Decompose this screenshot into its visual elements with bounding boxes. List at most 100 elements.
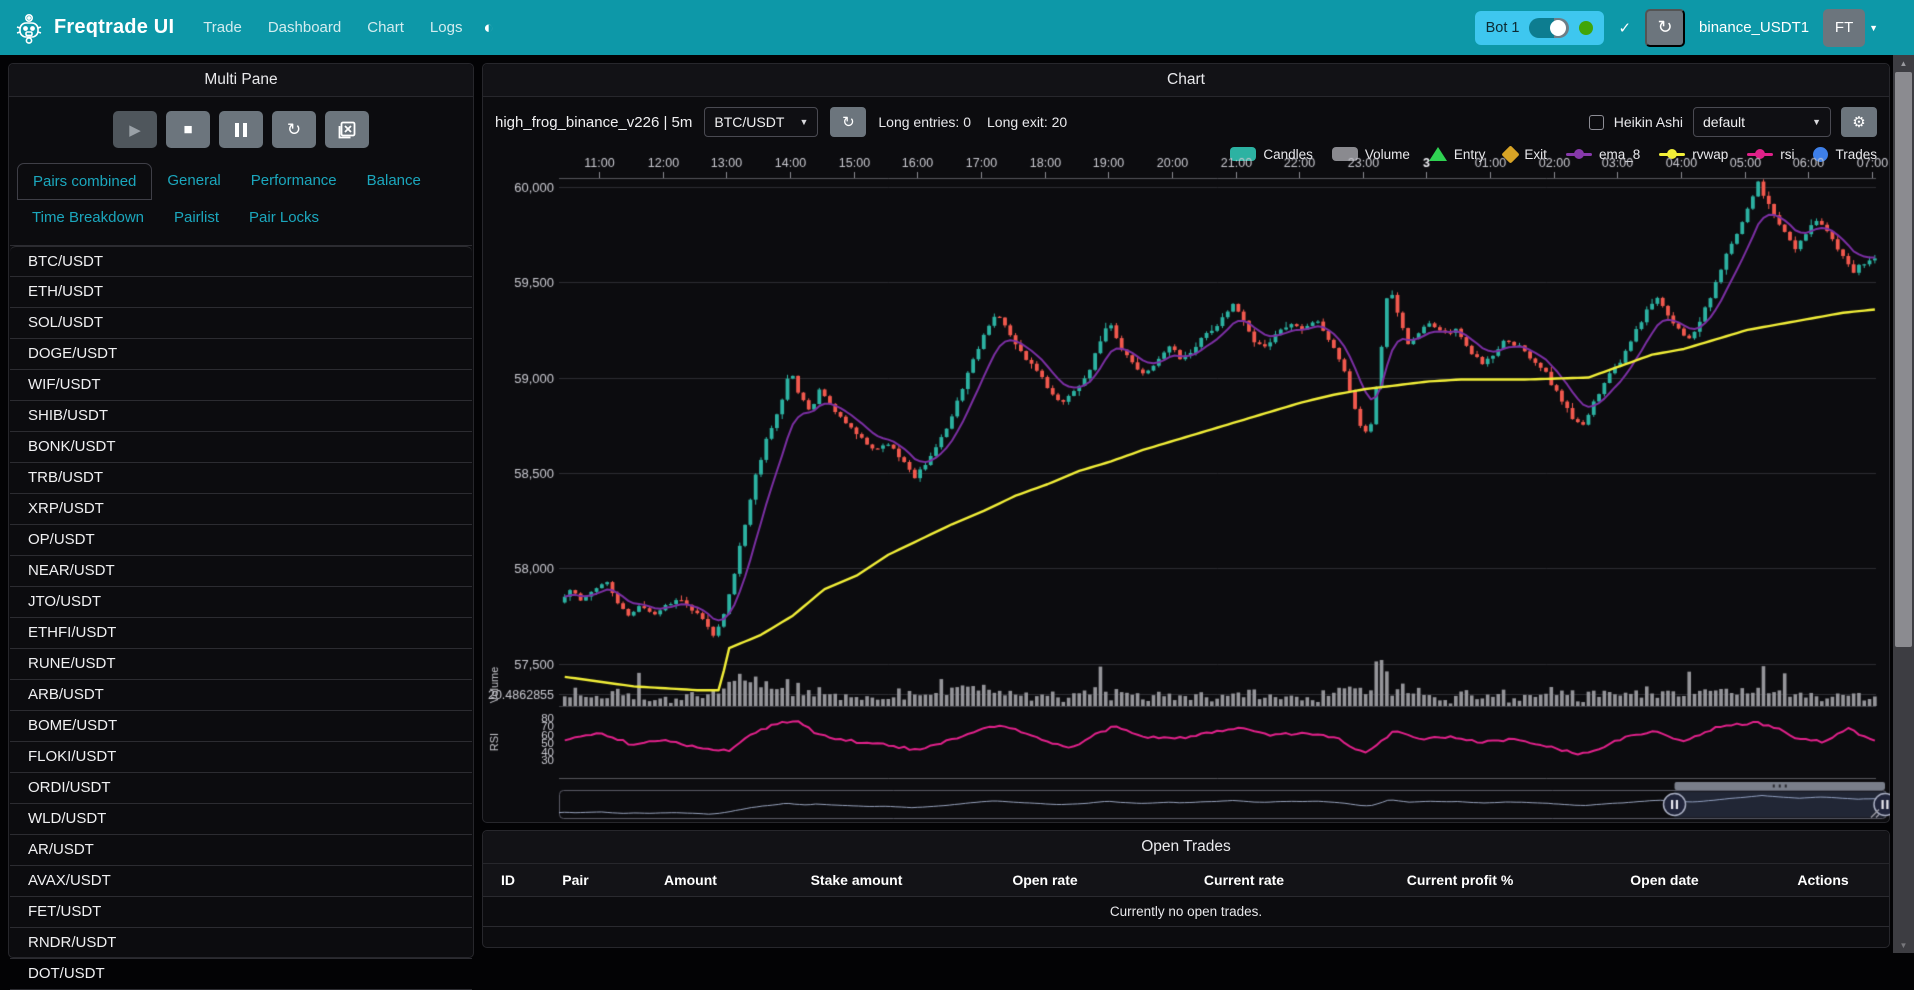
scrollbar-thumb[interactable] (1895, 72, 1912, 647)
tab-pair-locks[interactable]: Pair Locks (234, 200, 334, 235)
col-open-rate: Open rate (950, 864, 1140, 897)
col-current-rate: Current rate (1140, 864, 1348, 897)
pair-item-wld-usdt[interactable]: WLD/USDT (10, 804, 472, 835)
stop-button[interactable]: ■ (166, 111, 210, 148)
pair-item-ethfi-usdt[interactable]: ETHFI/USDT (10, 618, 472, 649)
bot-online-dot (1579, 21, 1593, 35)
plot-config-select[interactable]: default ▼ (1693, 107, 1831, 137)
user-avatar[interactable]: FT (1823, 9, 1865, 47)
pair-item-rndr-usdt[interactable]: RNDR/USDT (10, 928, 472, 959)
open-trades-panel: Open Trades IDPairAmountStake amountOpen… (482, 830, 1890, 948)
tab-pairs-combined[interactable]: Pairs combined (17, 163, 152, 200)
long-exits-count: Long exit: 20 (987, 114, 1067, 130)
pair-item-shib-usdt[interactable]: SHIB/USDT (10, 401, 472, 432)
chart-toolbar: high_frog_binance_v226 | 5m BTC/USDT ▼ ↻… (483, 97, 1889, 141)
play-button[interactable]: ▶ (113, 111, 157, 148)
sidebar-tabs: Pairs combinedGeneralPerformanceBalance … (9, 157, 473, 235)
pair-item-near-usdt[interactable]: NEAR/USDT (10, 556, 472, 587)
check-icon: ✓ (1618, 19, 1631, 37)
col-pair: Pair (533, 864, 618, 897)
nav-menu: TradeDashboardChartLogs (192, 11, 473, 44)
pair-select[interactable]: BTC/USDT ▼ (704, 107, 818, 137)
col-actions: Actions (1757, 864, 1889, 897)
heikin-ashi-checkbox[interactable] (1589, 115, 1604, 130)
pair-item-eth-usdt[interactable]: ETH/USDT (10, 277, 472, 308)
pair-item-fet-usdt[interactable]: FET/USDT (10, 897, 472, 928)
nav-item-trade[interactable]: Trade (192, 11, 253, 44)
chart-refresh-button[interactable]: ↻ (830, 107, 866, 137)
plot-config-caret-icon: ▼ (1812, 117, 1821, 127)
tab-general[interactable]: General (152, 163, 235, 200)
avatar-caret-icon[interactable]: ▼ (1869, 23, 1878, 33)
reload-config-button[interactable]: ↻ (272, 111, 316, 148)
pair-item-bome-usdt[interactable]: BOME/USDT (10, 711, 472, 742)
pair-item-ar-usdt[interactable]: AR/USDT (10, 835, 472, 866)
pause-icon (235, 123, 247, 137)
pairs-list: BTC/USDTETH/USDTSOL/USDTDOGE/USDTWIF/USD… (10, 245, 472, 990)
nav-item-dashboard[interactable]: Dashboard (257, 11, 352, 44)
pair-item-rune-usdt[interactable]: RUNE/USDT (10, 649, 472, 680)
plot-settings-button[interactable]: ⚙ (1841, 107, 1877, 137)
bot-name: Bot 1 (1486, 20, 1520, 36)
scrollbar-down-icon[interactable]: ▼ (1893, 937, 1914, 953)
open-trades-empty-row: Currently no open trades. (483, 897, 1889, 927)
pair-select-caret-icon: ▼ (799, 117, 808, 127)
tab-pairlist[interactable]: Pairlist (159, 200, 234, 235)
theme-toggle-icon[interactable]: ◐ (473, 12, 503, 44)
play-icon: ▶ (129, 121, 141, 139)
pair-select-value: BTC/USDT (714, 114, 789, 130)
bot-controls: ▶ ■ ↻ (9, 97, 473, 157)
account-name: binance_USDT1 (1699, 19, 1809, 36)
open-trades-table: IDPairAmountStake amountOpen rateCurrent… (483, 864, 1889, 927)
global-refresh-button[interactable]: ↻ (1645, 9, 1685, 47)
nav-item-chart[interactable]: Chart (356, 11, 415, 44)
pair-item-dot-usdt[interactable]: DOT/USDT (10, 959, 472, 990)
heikin-ashi-label: Heikin Ashi (1614, 114, 1683, 130)
pair-item-btc-usdt[interactable]: BTC/USDT (10, 246, 472, 277)
col-id: ID (483, 864, 533, 897)
reload-icon: ↻ (287, 120, 301, 140)
pair-item-floki-usdt[interactable]: FLOKI/USDT (10, 742, 472, 773)
page-scrollbar[interactable]: ▲ ▼ (1893, 55, 1914, 953)
pair-item-sol-usdt[interactable]: SOL/USDT (10, 308, 472, 339)
col-amount: Amount (618, 864, 763, 897)
clear-chart-button[interactable] (325, 111, 369, 148)
pair-item-xrp-usdt[interactable]: XRP/USDT (10, 494, 472, 525)
nav-item-logs[interactable]: Logs (419, 11, 474, 44)
gear-icon: ⚙ (1852, 113, 1865, 131)
freqtrade-robot-logo-icon (14, 12, 44, 44)
chart-panel: Chart high_frog_binance_v226 | 5m BTC/US… (482, 63, 1890, 823)
pair-item-trb-usdt[interactable]: TRB/USDT (10, 463, 472, 494)
top-navbar: Freqtrade UI TradeDashboardChartLogs ◐ B… (0, 0, 1914, 55)
scrollbar-up-icon[interactable]: ▲ (1893, 55, 1914, 71)
pair-item-doge-usdt[interactable]: DOGE/USDT (10, 339, 472, 370)
pair-item-jto-usdt[interactable]: JTO/USDT (10, 587, 472, 618)
app-title: Freqtrade UI (54, 16, 174, 39)
pause-button[interactable] (219, 111, 263, 148)
pair-item-ordi-usdt[interactable]: ORDI/USDT (10, 773, 472, 804)
chart-refresh-icon: ↻ (842, 113, 855, 131)
multi-pane-title: Multi Pane (9, 64, 473, 97)
pair-item-bonk-usdt[interactable]: BONK/USDT (10, 432, 472, 463)
long-entries-count: Long entries: 0 (878, 114, 971, 130)
plot-config-value: default (1703, 114, 1802, 130)
pair-item-wif-usdt[interactable]: WIF/USDT (10, 370, 472, 401)
stop-icon: ■ (183, 121, 192, 138)
strategy-name: high_frog_binance_v226 | 5m (495, 114, 692, 131)
chart-x-icon (337, 120, 357, 140)
pair-item-avax-usdt[interactable]: AVAX/USDT (10, 866, 472, 897)
open-trades-header-row: IDPairAmountStake amountOpen rateCurrent… (483, 864, 1889, 897)
pair-item-arb-usdt[interactable]: ARB/USDT (10, 680, 472, 711)
price-chart-canvas[interactable] (484, 150, 1890, 824)
col-stake-amount: Stake amount (763, 864, 950, 897)
tab-performance[interactable]: Performance (236, 163, 352, 200)
chart-panel-title: Chart (483, 64, 1889, 97)
refresh-icon: ↻ (1657, 17, 1672, 38)
tab-balance[interactable]: Balance (352, 163, 436, 200)
tab-time-breakdown[interactable]: Time Breakdown (17, 200, 159, 235)
no-trades-message: Currently no open trades. (483, 897, 1889, 927)
multi-pane-panel: Multi Pane ▶ ■ ↻ Pairs combinedGeneralPe… (8, 63, 474, 958)
bot-selector-badge[interactable]: Bot 1 (1475, 11, 1605, 45)
pair-item-op-usdt[interactable]: OP/USDT (10, 525, 472, 556)
bot-toggle-switch[interactable] (1529, 18, 1569, 38)
